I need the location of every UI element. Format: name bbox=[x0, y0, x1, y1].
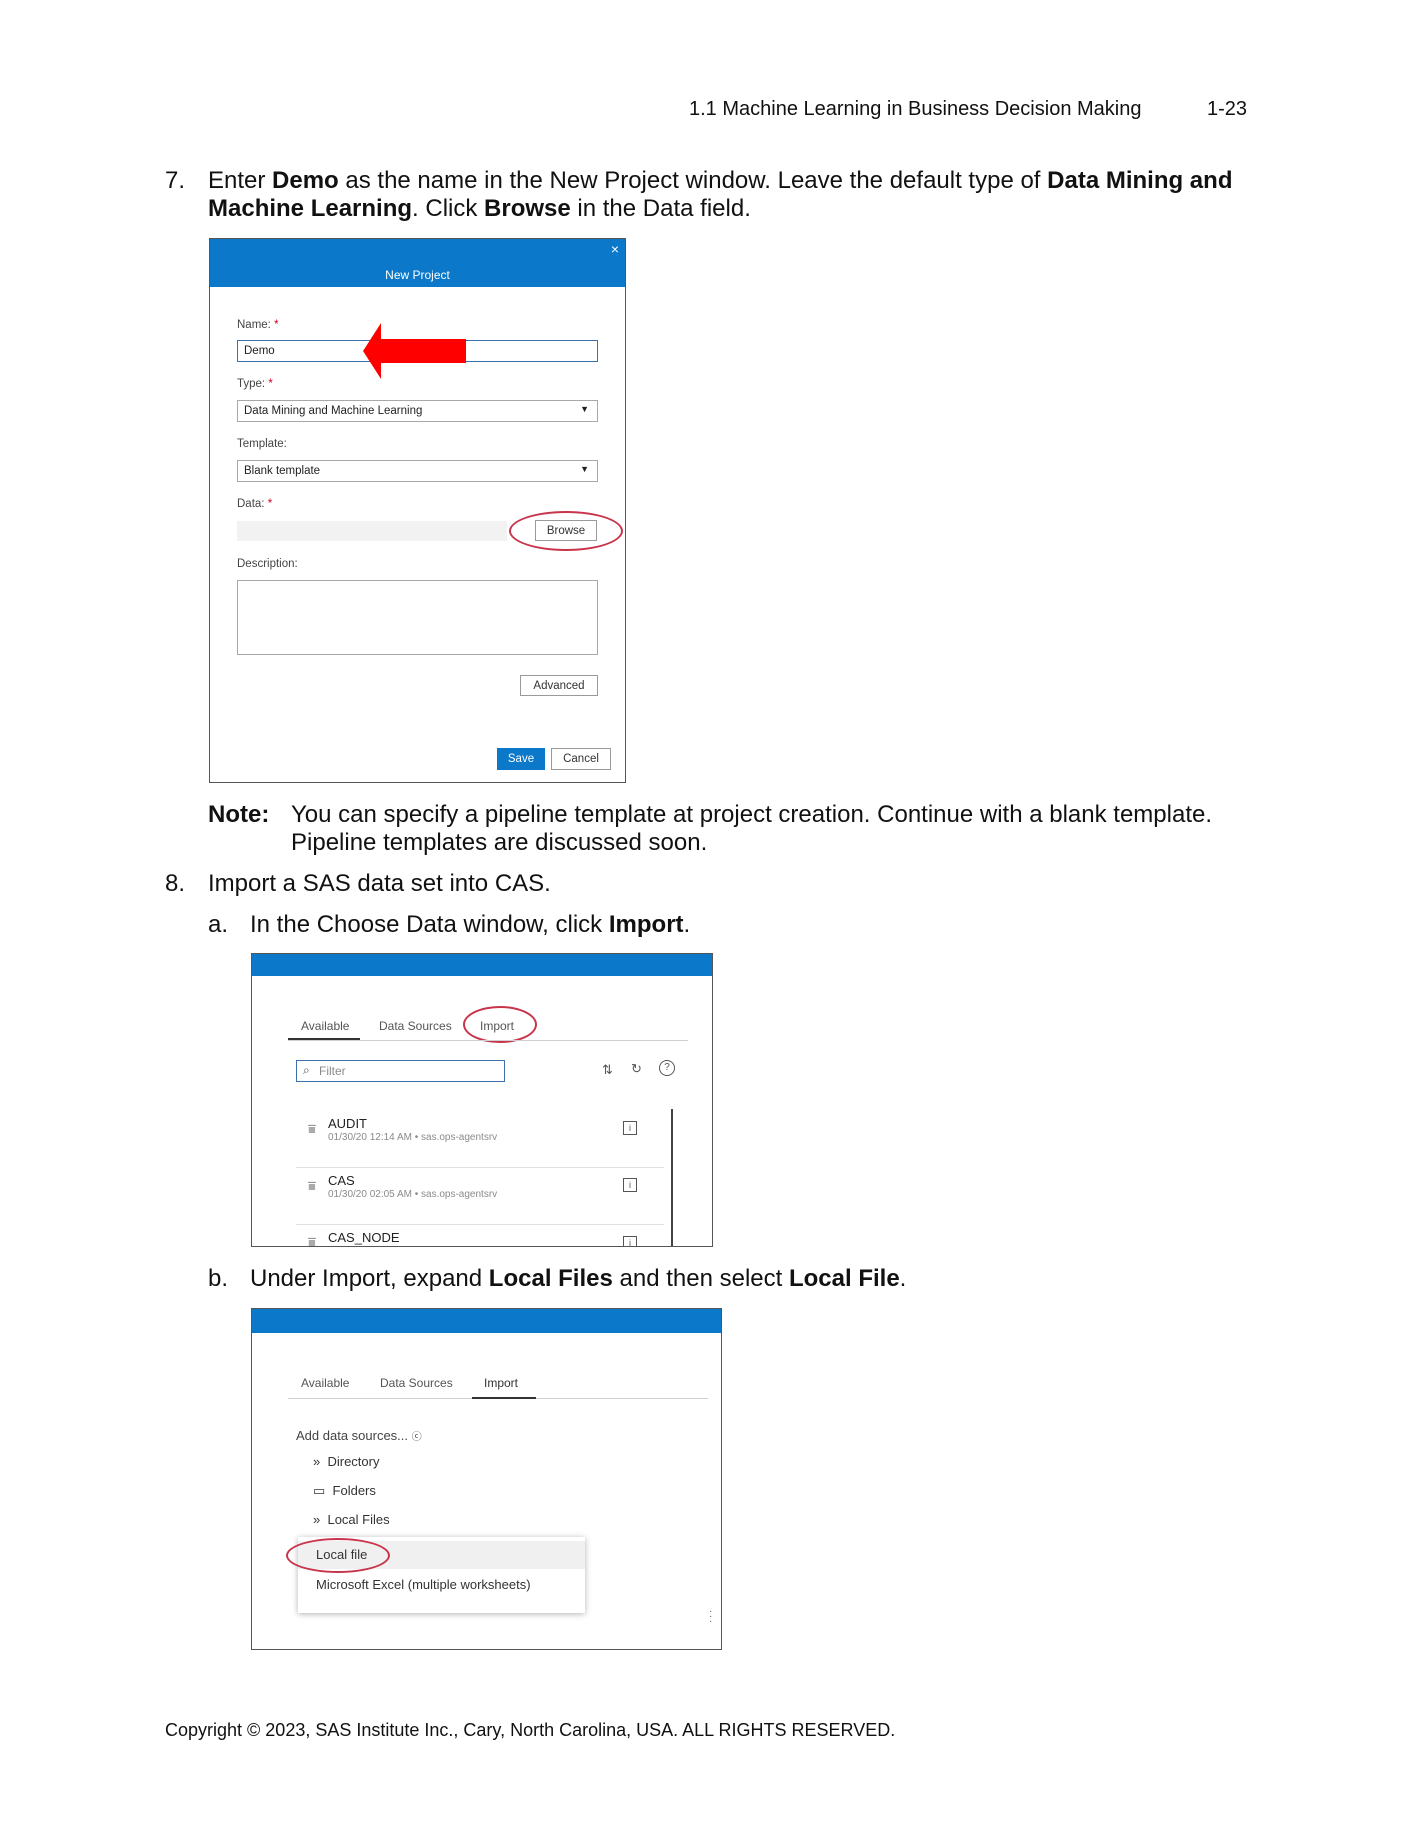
note-label: Note: bbox=[208, 801, 270, 828]
choose-data-dialog-import-tab: Available Data Sources Import ⌕ Filter ⇅… bbox=[251, 953, 713, 1247]
info-icon[interactable]: i bbox=[623, 1178, 637, 1192]
highlight-oval bbox=[286, 1538, 390, 1573]
advanced-button[interactable]: Advanced bbox=[520, 675, 598, 696]
dialog-titlebar bbox=[252, 1309, 721, 1333]
data-field bbox=[237, 521, 507, 541]
chevron-down-icon: ▼ bbox=[580, 464, 589, 474]
choose-data-dialog-local-files: Available Data Sources Import Add data s… bbox=[251, 1308, 722, 1650]
search-icon: ⌕ bbox=[303, 1063, 310, 1077]
step-7-text: Enter Demo as the name in the New Projec… bbox=[208, 167, 1233, 222]
step-8-text: Import a SAS data set into CAS. bbox=[208, 870, 551, 897]
substep-a-text: In the Choose Data window, click Import. bbox=[250, 911, 691, 938]
refresh-icon[interactable]: ↻ bbox=[631, 1061, 642, 1077]
section-header: 1.1 Machine Learning in Business Decisio… bbox=[689, 98, 1142, 120]
list-item-directory[interactable]: » Directory bbox=[313, 1454, 379, 1469]
table-row[interactable]: ⩸ CAS 01/30/20 02:05 AM • sas.ops-agents… bbox=[296, 1169, 664, 1225]
list-item-local-files[interactable]: » Local Files bbox=[313, 1512, 390, 1527]
template-select[interactable]: Blank template ▼ bbox=[237, 460, 598, 482]
tab-available[interactable]: Available bbox=[301, 1019, 349, 1033]
help-icon[interactable]: ? bbox=[659, 1060, 675, 1076]
double-chevron-right-icon: » bbox=[313, 1454, 321, 1469]
save-button[interactable]: Save bbox=[497, 748, 545, 770]
tab-available[interactable]: Available bbox=[301, 1376, 349, 1390]
table-icon: ⩸ bbox=[308, 1178, 316, 1193]
table-icon: ⩸ bbox=[308, 1234, 316, 1247]
substep-a-number: a. bbox=[208, 911, 229, 938]
tab-data-sources[interactable]: Data Sources bbox=[379, 1019, 452, 1033]
filter-placeholder: Filter bbox=[319, 1064, 346, 1078]
scrollbar[interactable] bbox=[671, 1109, 673, 1246]
list-item-folders[interactable]: ▭ Folders bbox=[313, 1483, 376, 1499]
close-icon[interactable]: × bbox=[611, 241, 619, 257]
cancel-button[interactable]: Cancel bbox=[551, 748, 611, 770]
filter-input[interactable]: ⌕ Filter bbox=[296, 1060, 505, 1082]
page-number: 1-23 bbox=[1207, 98, 1248, 120]
type-label: Type: * bbox=[237, 378, 273, 390]
table-row[interactable]: ⩸ AUDIT 01/30/20 12:14 AM • sas.ops-agen… bbox=[296, 1112, 664, 1168]
info-icon[interactable]: i bbox=[623, 1121, 637, 1135]
chevron-down-icon: ▼ bbox=[580, 404, 589, 414]
highlight-oval bbox=[463, 1006, 537, 1043]
tab-import[interactable]: Import bbox=[484, 1376, 518, 1390]
table-name: CAS_NODE bbox=[328, 1230, 400, 1245]
dialog-title: New Project bbox=[385, 268, 450, 282]
substep-b-number: b. bbox=[208, 1265, 229, 1292]
active-tab-underline bbox=[472, 1397, 536, 1399]
description-textarea[interactable] bbox=[237, 580, 598, 655]
more-icon[interactable]: · · · bbox=[709, 1607, 712, 1627]
description-label: Description: bbox=[237, 558, 298, 570]
new-project-dialog: New Project × Name: * Demo Type: * Data … bbox=[209, 238, 626, 783]
menu-item-excel[interactable]: Microsoft Excel (multiple worksheets) bbox=[316, 1577, 531, 1592]
help-icon[interactable]: ⓒ bbox=[412, 1432, 422, 1443]
template-label: Template: bbox=[237, 438, 287, 450]
dialog-titlebar bbox=[252, 954, 712, 976]
name-label: Name: * bbox=[237, 319, 279, 331]
substep-b-text: Under Import, expand Local Files and the… bbox=[250, 1265, 907, 1292]
info-icon[interactable]: i bbox=[623, 1236, 637, 1246]
note-text: You can specify a pipeline template at p… bbox=[291, 801, 1212, 856]
tab-divider bbox=[288, 1040, 688, 1041]
double-chevron-right-icon: » bbox=[313, 1512, 321, 1527]
folder-icon: ▭ bbox=[313, 1483, 326, 1498]
step-7-number: 7. bbox=[165, 167, 186, 194]
table-row[interactable]: ⩸ CAS_NODE i bbox=[296, 1226, 664, 1247]
table-meta: 01/30/20 02:05 AM • sas.ops-agentsrv bbox=[328, 1189, 498, 1200]
step-8-number: 8. bbox=[165, 870, 186, 897]
type-select[interactable]: Data Mining and Machine Learning ▼ bbox=[237, 400, 598, 422]
highlight-oval bbox=[509, 511, 623, 551]
table-name: CAS bbox=[328, 1173, 355, 1188]
tab-data-sources[interactable]: Data Sources bbox=[380, 1376, 453, 1390]
data-label: Data: * bbox=[237, 498, 273, 510]
table-name: AUDIT bbox=[328, 1116, 367, 1131]
copyright: Copyright © 2023, SAS Institute Inc., Ca… bbox=[165, 1720, 896, 1740]
sort-icon[interactable]: ⇅ bbox=[602, 1062, 613, 1078]
table-icon: ⩸ bbox=[308, 1121, 316, 1136]
table-meta: 01/30/20 12:14 AM • sas.ops-agentsrv bbox=[328, 1132, 498, 1143]
add-data-sources-label: Add data sources... ⓒ bbox=[296, 1428, 422, 1443]
red-arrow-icon bbox=[363, 323, 466, 379]
